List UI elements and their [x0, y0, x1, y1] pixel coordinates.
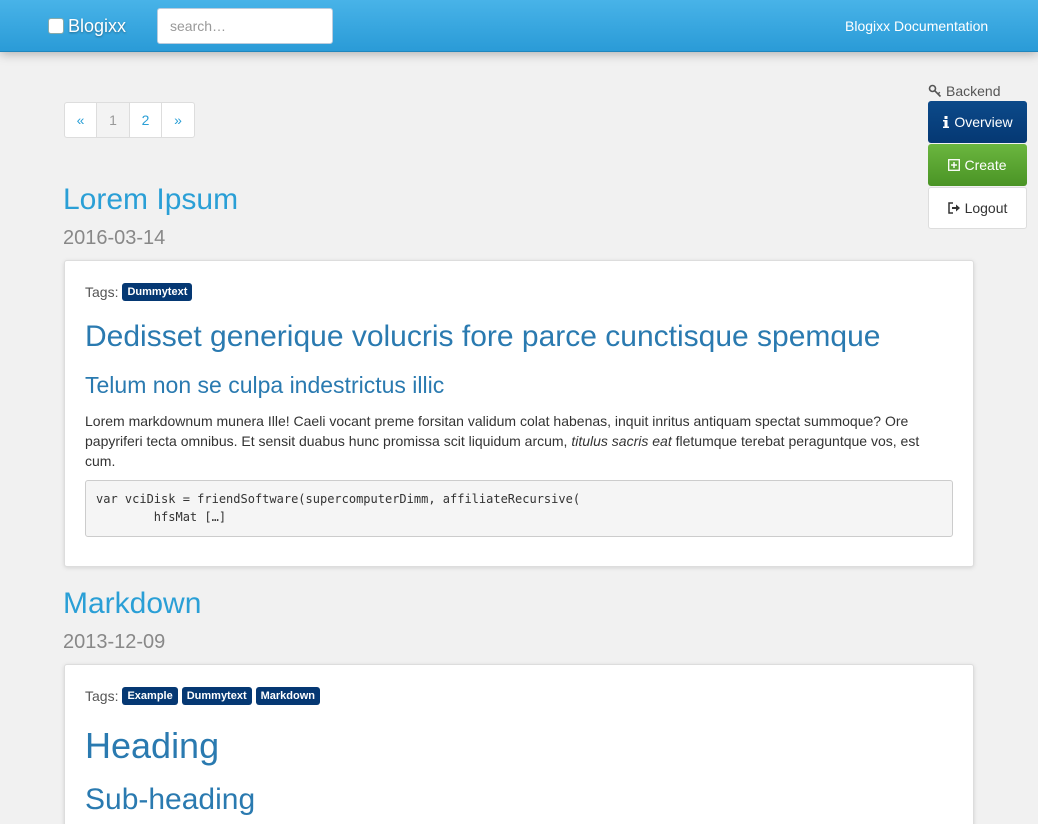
logout-button[interactable]: Logout [928, 187, 1027, 229]
pagination-prev[interactable]: « [65, 103, 97, 137]
info-icon [943, 116, 950, 128]
post-card: Tags: Dummytext Dedisset generique voluc… [64, 260, 974, 567]
tags-label: Tags: [85, 284, 119, 300]
content-heading-1: Dedisset generique volucris fore parce c… [85, 320, 881, 353]
post-title[interactable]: Markdown [63, 587, 201, 621]
tag-badge[interactable]: Example [122, 687, 178, 705]
content-heading-2: Sub-heading [85, 783, 256, 816]
tag-badge[interactable]: Dummytext [122, 283, 193, 301]
pagination-page-1[interactable]: 1 [97, 103, 130, 137]
tag-badge[interactable]: Markdown [255, 687, 321, 705]
pagination-page-2[interactable]: 2 [130, 103, 162, 137]
tag-list: Tags: Example Dummytext Markdown [85, 687, 321, 705]
sidebar-heading: Backend [928, 82, 1027, 100]
paragraph-emphasis: titulus sacris eat [571, 433, 672, 449]
pagination-next[interactable]: » [162, 103, 194, 137]
sign-out-icon [947, 202, 960, 214]
logout-label: Logout [964, 200, 1008, 216]
create-button[interactable]: Create [928, 144, 1027, 186]
content-heading-2: Telum non se culpa indestrictus illic [85, 372, 445, 398]
backend-sidebar: Backend Overview Create Logout [928, 82, 1027, 229]
post-date: 2013-12-09 [63, 631, 166, 653]
pagination: « 1 2 » [64, 102, 195, 138]
create-label: Create [964, 157, 1007, 173]
navbar: Blogixx Blogixx Documentation [0, 0, 1038, 52]
overview-label: Overview [954, 114, 1013, 130]
search-input[interactable] [157, 8, 333, 44]
brand-checkbox-icon [48, 18, 64, 34]
plus-square-icon [948, 159, 961, 171]
tag-list: Tags: Dummytext [85, 283, 193, 301]
key-icon [928, 84, 942, 98]
content-heading-1: Heading [85, 725, 220, 766]
tag-badge[interactable]: Dummytext [181, 687, 252, 705]
brand-label: Blogixx [68, 15, 127, 36]
post-title[interactable]: Lorem Ipsum [63, 183, 238, 217]
sidebar-heading-label: Backend [946, 83, 1001, 99]
overview-button[interactable]: Overview [928, 101, 1027, 143]
documentation-link[interactable]: Blogixx Documentation [845, 18, 988, 34]
post-date: 2016-03-14 [63, 227, 166, 249]
tags-label: Tags: [85, 688, 119, 704]
post-card: Tags: Example Dummytext Markdown Heading… [64, 664, 974, 824]
content-paragraph: Lorem markdownum munera Ille! Caeli voca… [85, 411, 945, 471]
code-block: var vciDisk = friendSoftware(supercomput… [85, 480, 953, 537]
brand-link[interactable]: Blogixx [48, 14, 126, 38]
